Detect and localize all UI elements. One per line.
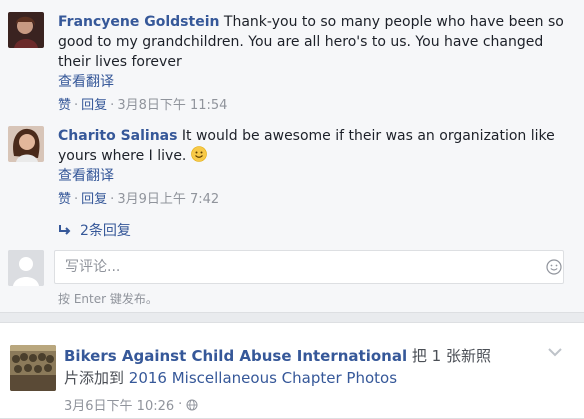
avatar[interactable] bbox=[8, 126, 44, 162]
globe-icon[interactable] bbox=[186, 399, 198, 411]
like-link[interactable]: 赞 bbox=[58, 98, 71, 113]
comments-section: Francyene Goldstein Thank-you to so many… bbox=[0, 0, 584, 313]
page-name-link[interactable]: Bikers Against Child Abuse International bbox=[64, 347, 407, 365]
reply-arrow-icon bbox=[59, 225, 71, 235]
replies-count[interactable]: 2条回复 bbox=[80, 220, 131, 240]
comment-author[interactable]: Francyene Goldstein bbox=[58, 14, 219, 30]
comment-input[interactable] bbox=[54, 250, 564, 284]
chevron-down-icon[interactable] bbox=[548, 347, 562, 357]
reply-link[interactable]: 回复 bbox=[81, 192, 107, 207]
post-header: Bikers Against Child Abuse International… bbox=[64, 345, 504, 389]
post-timestamp[interactable]: 3月6日下午 10:26 bbox=[64, 395, 174, 414]
avatar[interactable] bbox=[8, 12, 44, 48]
see-translation-link[interactable]: 查看翻译 bbox=[58, 166, 568, 186]
page-avatar[interactable] bbox=[10, 345, 56, 391]
post-card: Bikers Against Child Abuse International… bbox=[0, 322, 584, 419]
reply-link[interactable]: 回复 bbox=[81, 98, 107, 113]
album-link[interactable]: 2016 Miscellaneous Chapter Photos bbox=[129, 369, 397, 387]
comment-composer bbox=[8, 250, 576, 286]
smiley-emoji-icon bbox=[191, 146, 207, 162]
see-translation-link[interactable]: 查看翻译 bbox=[58, 72, 568, 92]
comment-body: Francyene Goldstein Thank-you to so many… bbox=[58, 12, 568, 116]
post-meta: 3月6日下午 10:26 · bbox=[64, 395, 198, 414]
emoji-picker-icon[interactable] bbox=[546, 259, 562, 275]
enter-hint: 按 Enter 键发布。 bbox=[58, 292, 158, 306]
avatar bbox=[8, 250, 44, 286]
comment-author[interactable]: Charito Salinas bbox=[58, 128, 177, 144]
like-link[interactable]: 赞 bbox=[58, 192, 71, 207]
comment-meta: 赞 · 回复 · 3月8日下午 11:54 bbox=[58, 98, 228, 113]
view-replies-link[interactable]: 2条回复 bbox=[58, 220, 131, 240]
comment-timestamp[interactable]: 3月8日下午 11:54 bbox=[117, 98, 227, 113]
comment-meta: 赞 · 回复 · 3月9日上午 7:42 bbox=[58, 192, 220, 207]
comment-body: Charito Salinas It would be awesome if t… bbox=[58, 126, 568, 210]
comment-timestamp[interactable]: 3月9日上午 7:42 bbox=[117, 192, 219, 207]
